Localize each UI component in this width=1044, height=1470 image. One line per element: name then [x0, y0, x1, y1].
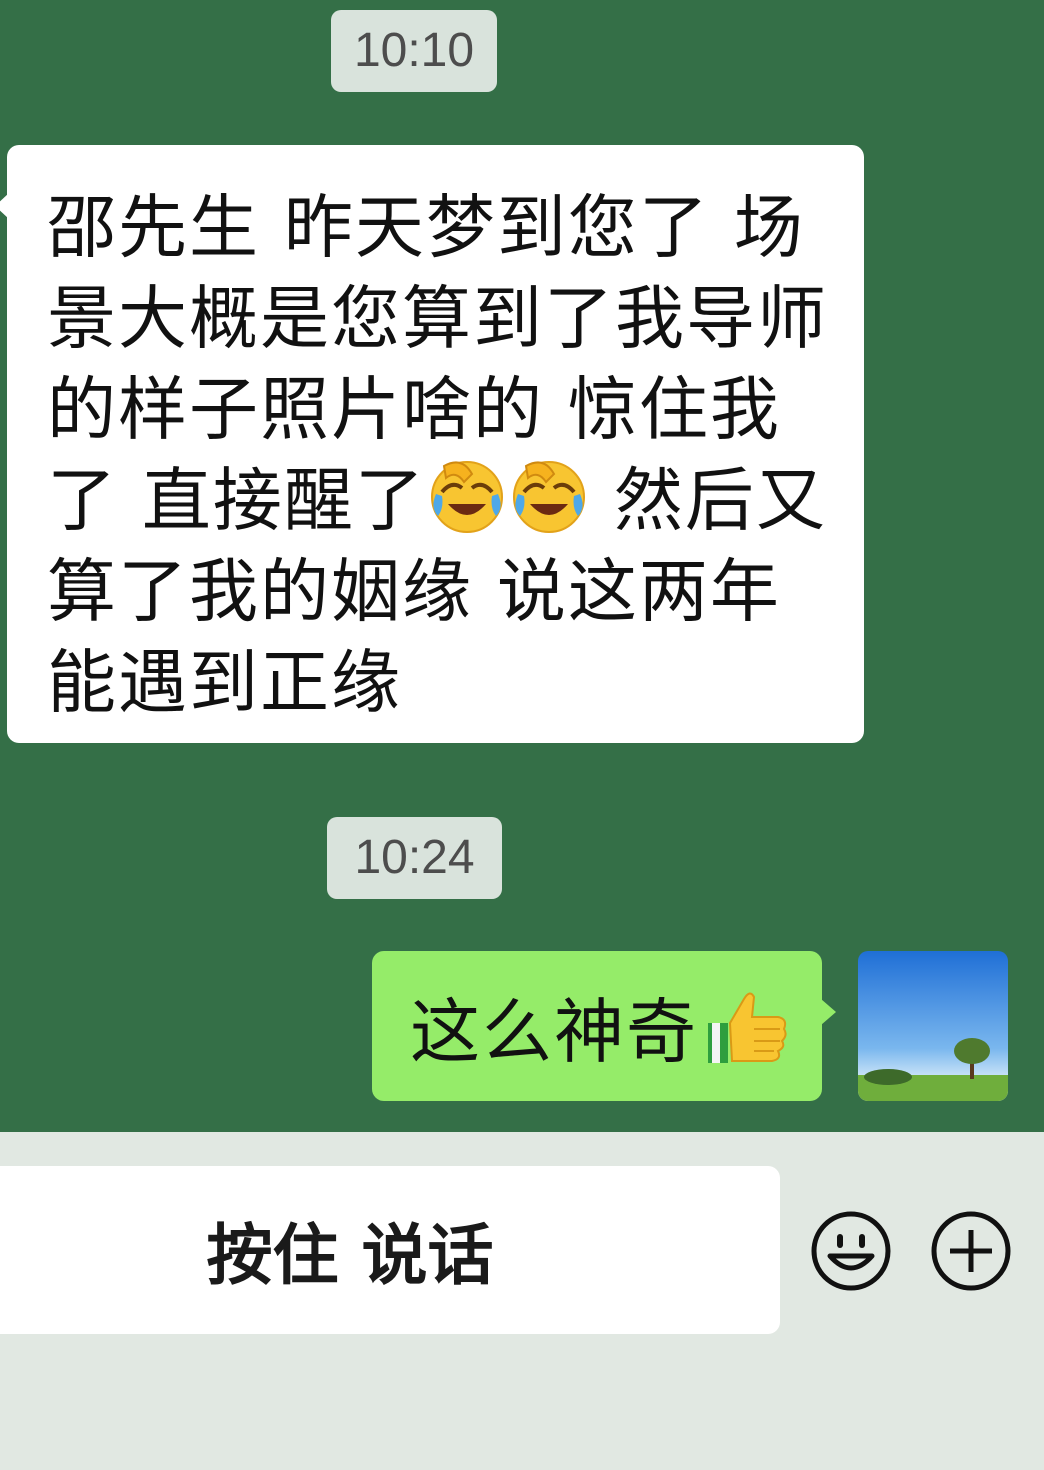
incoming-message-bubble[interactable]: 邵先生 昨天梦到您了 场景大概是您算到了我导师的样子照片啥的 惊住我了 直接醒了…: [0, 145, 864, 743]
hold-to-talk-button[interactable]: 按住 说话: [0, 1166, 780, 1334]
landscape-avatar-image: [858, 951, 1008, 1101]
outgoing-message-text: 这么神奇: [410, 990, 698, 1073]
timestamp: 10:24: [327, 817, 502, 899]
smiley-icon[interactable]: [810, 1210, 892, 1292]
chat-area: 10:10 邵先生 昨天梦到您了 场景大概是您算到了我导师的样子照片啥的 惊住我…: [0, 0, 1044, 1132]
laughing-crying-emoji-icon: [512, 461, 585, 533]
plus-circle-icon[interactable]: [930, 1210, 1012, 1292]
input-bar: 按住 说话: [0, 1132, 1044, 1470]
thumbs-up-emoji-icon: [708, 992, 787, 1063]
avatar[interactable]: [858, 951, 1008, 1101]
laughing-crying-emoji-icon: [430, 461, 503, 533]
timestamp: 10:10: [331, 10, 497, 92]
incoming-message-text: 邵先生 昨天梦到您了 场景大概是您算到了我导师的样子照片啥的 惊住我了 直接醒了…: [47, 183, 834, 729]
outgoing-message-bubble[interactable]: 这么神奇: [372, 951, 836, 1101]
